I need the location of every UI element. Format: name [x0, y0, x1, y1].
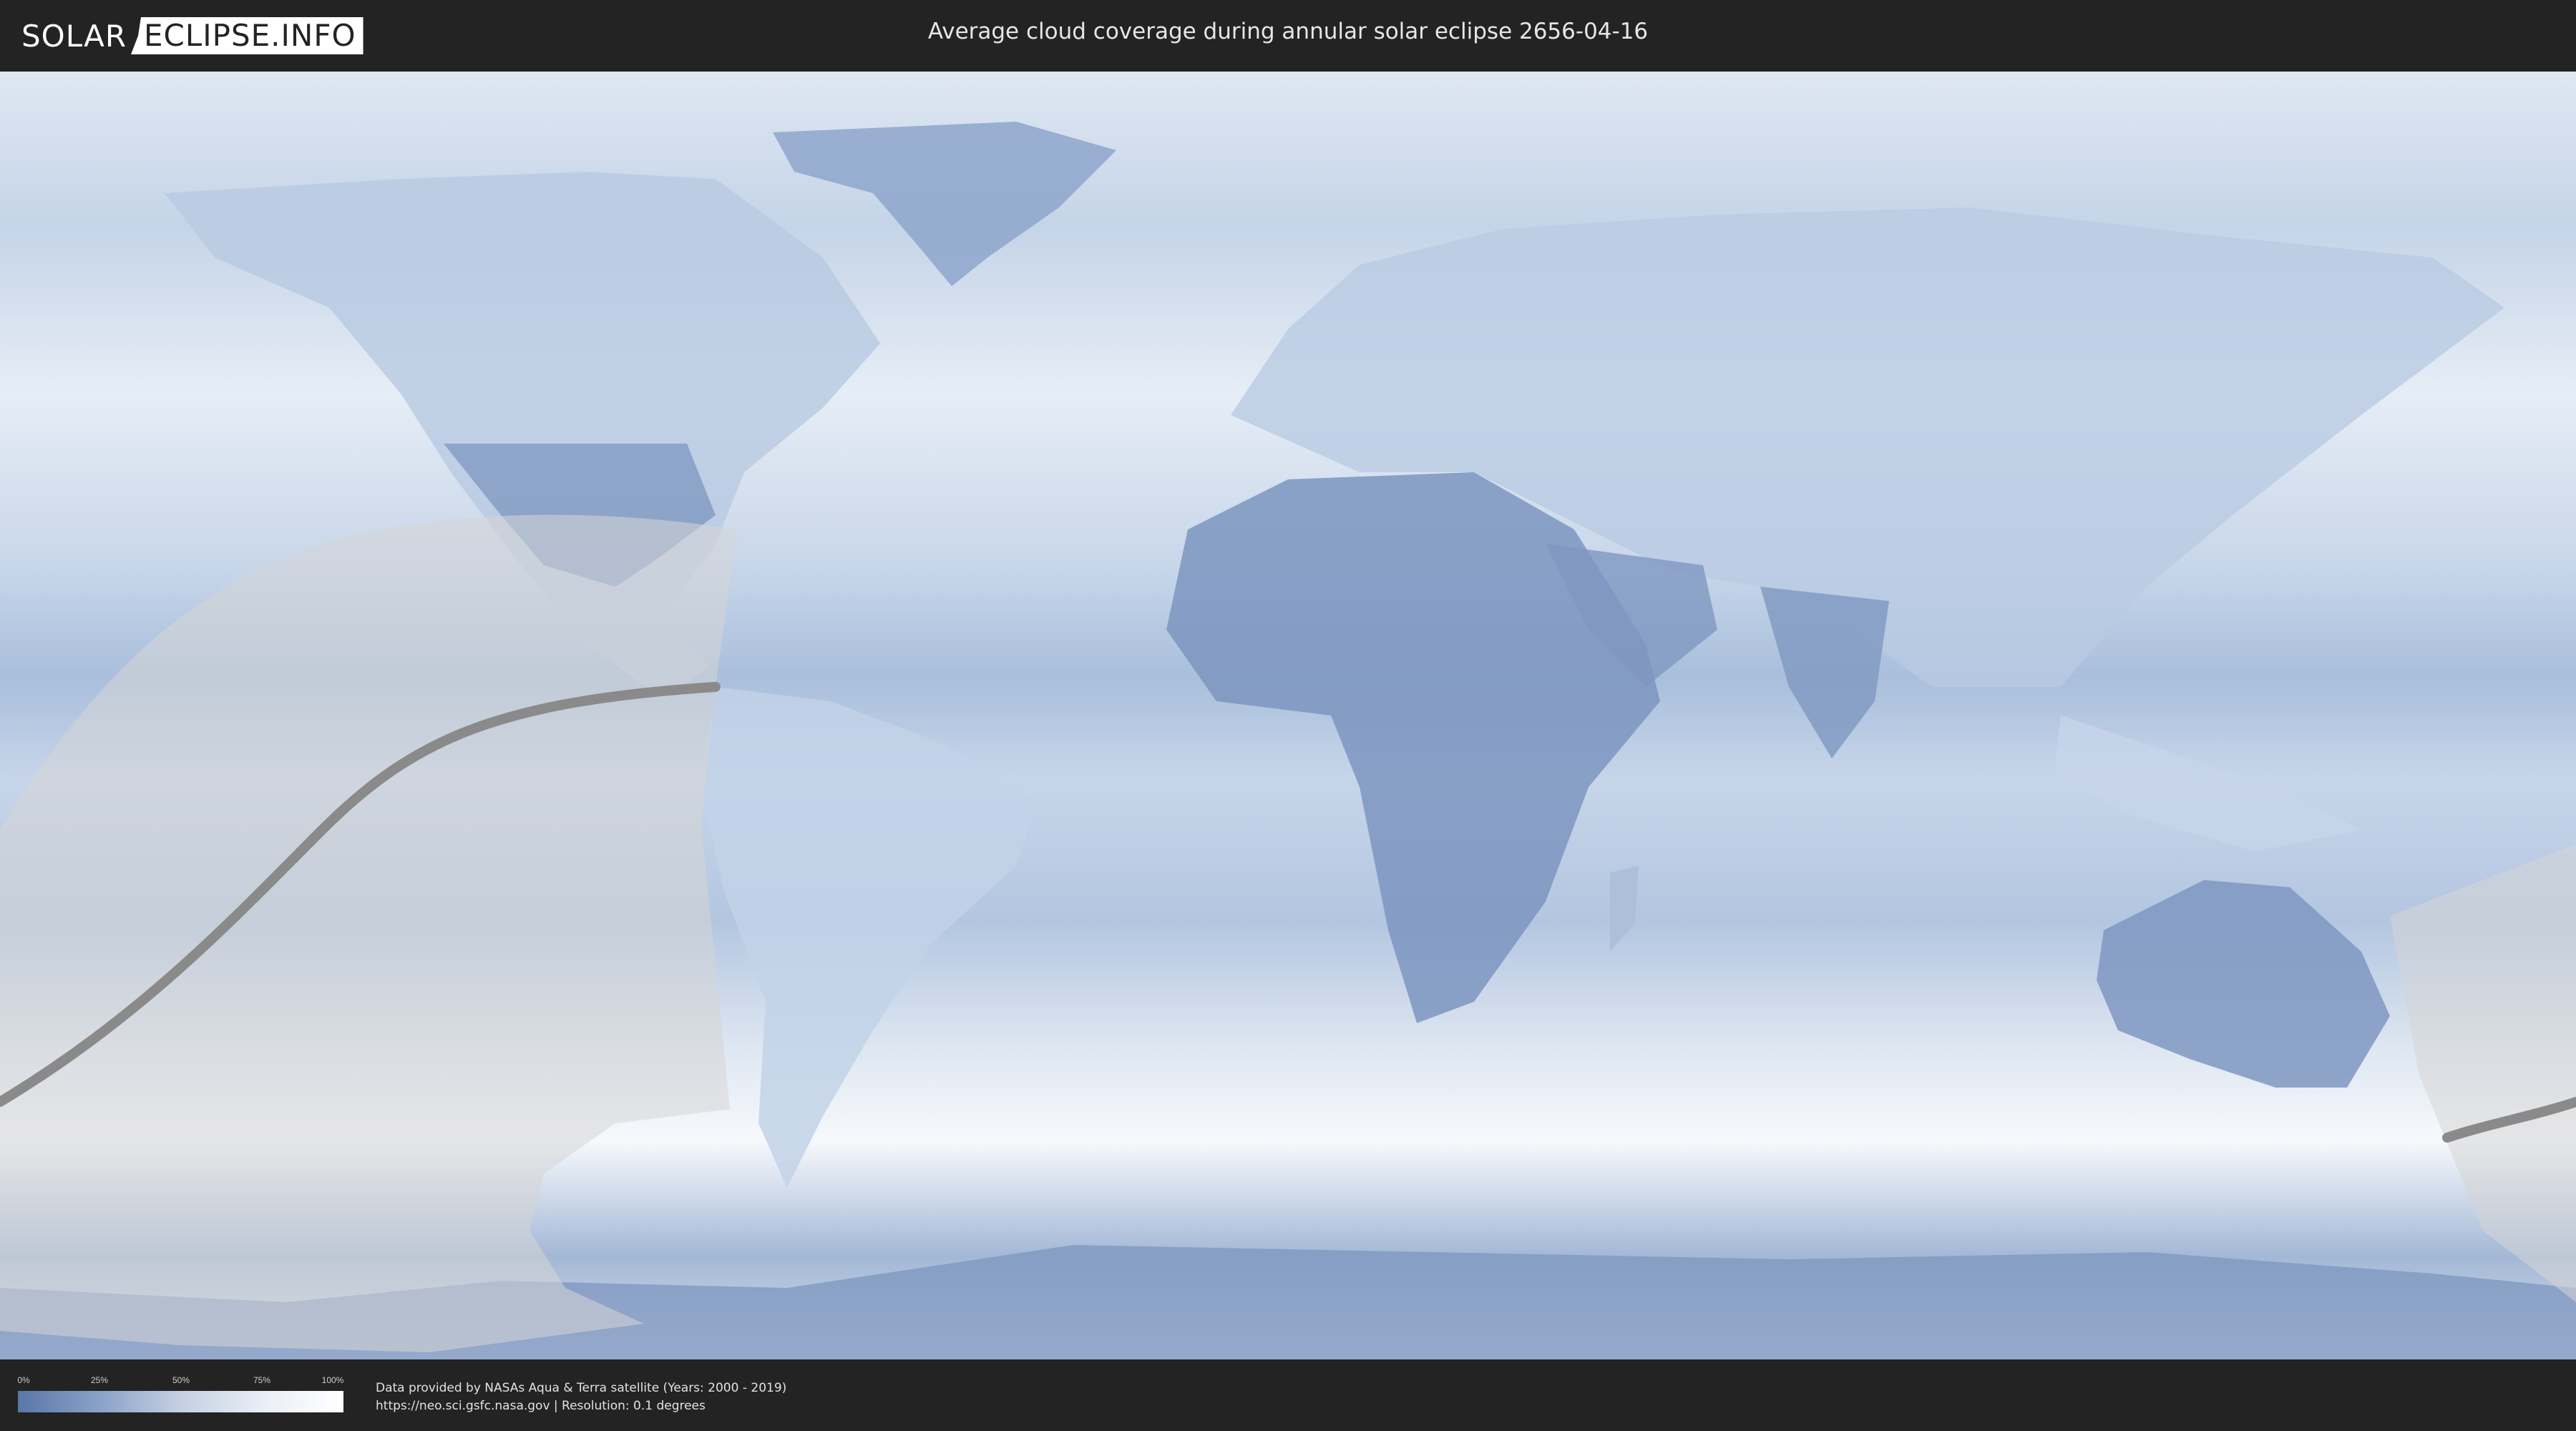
legend-tick-75: 75%: [253, 1375, 271, 1385]
credit-line-source: Data provided by NASAs Aqua & Terra sate…: [376, 1381, 787, 1395]
header-bar: SOLAR ECLIPSE.INFO Average cloud coverag…: [0, 0, 2576, 72]
legend-tick-100: 100%: [321, 1375, 344, 1385]
page-title: Average cloud coverage during annular so…: [927, 19, 1649, 44]
legend-tick-50: 50%: [172, 1375, 190, 1385]
footer-bar: 0% 25% 50% 75% 100% Data provided by NAS…: [0, 1359, 2576, 1431]
cloud-coverage-legend: 0% 25% 50% 75% 100%: [17, 1375, 344, 1415]
legend-gradient-bar: [18, 1391, 343, 1412]
legend-tick-25: 25%: [90, 1375, 109, 1385]
credit-line-url[interactable]: https://neo.sci.gsfc.nasa.gov | Resoluti…: [376, 1397, 786, 1415]
cloud-coverage-map[interactable]: [0, 72, 2576, 1359]
map-canvas: [0, 72, 2576, 1359]
data-credits: Data provided by NASAs Aqua & Terra sate…: [376, 1379, 786, 1415]
legend-tick-0: 0%: [17, 1375, 30, 1385]
